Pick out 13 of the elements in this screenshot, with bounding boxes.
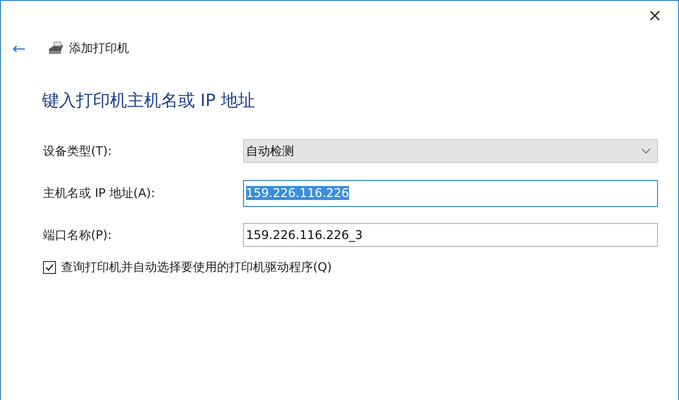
- device-type-dropdown[interactable]: 自动检测: [243, 139, 658, 163]
- field-label: 主机名或 IP 地址(A):: [43, 184, 156, 202]
- back-button[interactable]: ←: [9, 38, 29, 58]
- printer-icon: [47, 41, 65, 55]
- chevron-down-icon: [641, 148, 651, 154]
- window-title: 添加打印机: [69, 40, 129, 56]
- input-field[interactable]: 159.226.116.226_3: [243, 223, 658, 247]
- field-label: 设备类型(T):: [43, 142, 113, 160]
- page-heading: 键入打印机主机名或 IP 地址: [42, 90, 256, 113]
- field-label: 端口名称(P):: [43, 226, 113, 244]
- checkbox-label: 查询打印机并自动选择要使用的打印机驱动程序(Q): [61, 259, 332, 276]
- close-button[interactable]: ×: [644, 6, 666, 26]
- checkbox[interactable]: [43, 261, 56, 274]
